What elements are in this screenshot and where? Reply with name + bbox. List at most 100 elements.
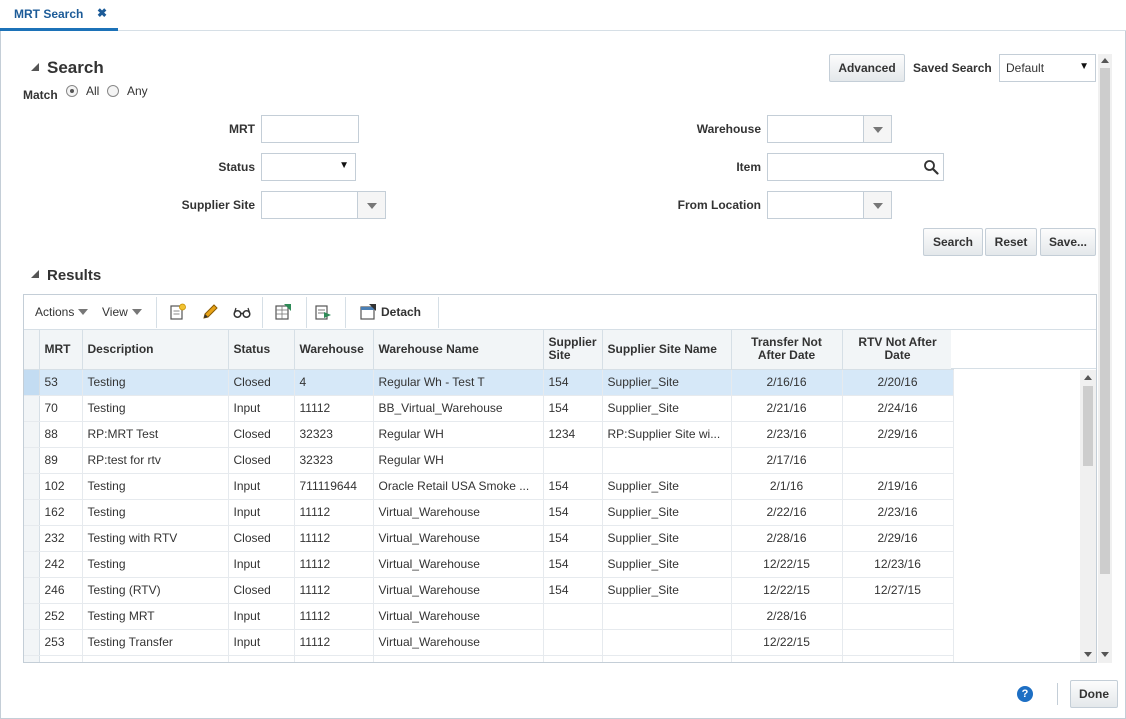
row-header[interactable]: [24, 369, 40, 396]
close-tab-icon[interactable]: ✖: [97, 6, 107, 20]
detach-icon[interactable]: [359, 303, 377, 321]
row-header[interactable]: [24, 551, 40, 578]
cell-warehouse-name: Regular WH: [373, 421, 544, 448]
column-header-description[interactable]: Description: [82, 330, 229, 370]
column-header-status[interactable]: Status: [228, 330, 295, 370]
collapse-triangle-icon[interactable]: [31, 63, 39, 71]
column-header-supplier-site-name[interactable]: Supplier Site Name: [602, 330, 732, 370]
supplier-site-combobox[interactable]: [261, 191, 386, 219]
table-row[interactable]: 252 Testing MRT Input 11112 Virtual_Warehous…: [24, 603, 954, 630]
cell-mrt[interactable]: 89: [39, 447, 83, 474]
scroll-up-arrow-icon[interactable]: [1084, 375, 1092, 380]
cell-mrt[interactable]: 102: [39, 473, 83, 500]
item-input[interactable]: [767, 153, 944, 181]
chevron-down-icon[interactable]: [863, 116, 891, 142]
actions-menu[interactable]: Actions: [35, 305, 89, 319]
help-icon[interactable]: ?: [1017, 686, 1033, 702]
table-row[interactable]: 242 Testing Input 11112 Virtual_Warehouse 154…: [24, 551, 954, 578]
row-header[interactable]: [24, 629, 40, 656]
table-scroll-thumb[interactable]: [1083, 386, 1093, 466]
chevron-down-icon[interactable]: [863, 192, 891, 218]
search-button-label: Search: [932, 235, 974, 249]
cell-mrt[interactable]: 70: [39, 395, 83, 422]
warehouse-combobox[interactable]: [767, 115, 892, 143]
table-row[interactable]: 88 RP:MRT Test Closed 32323 Regular WH 1234 RP…: [24, 421, 954, 448]
cell-mrt[interactable]: 162: [39, 499, 83, 526]
column-header-supplier-site[interactable]: Supplier Site: [543, 330, 603, 370]
row-header[interactable]: [24, 577, 40, 604]
table-row[interactable]: 89 RP:test for rtv Closed 32323 Regular WH 2/…: [24, 447, 954, 474]
cell-transfer-not-after-date: 2/1/16: [731, 473, 843, 500]
table-row[interactable]: 253 Testing Transfer Input 11112 Virtual_War…: [24, 629, 954, 656]
row-header[interactable]: [24, 395, 40, 422]
detach-button-label[interactable]: Detach: [381, 305, 421, 319]
advanced-button[interactable]: Advanced: [829, 54, 905, 82]
export-list-icon[interactable]: [314, 303, 332, 321]
cell-mrt[interactable]: 254: [39, 655, 83, 662]
results-section-header[interactable]: Results: [31, 267, 101, 284]
scroll-down-arrow-icon[interactable]: [1084, 652, 1092, 657]
table-row[interactable]: 254Bhuli TestingInput11112BB_Virtual_War…: [24, 655, 954, 662]
done-button[interactable]: Done: [1070, 680, 1118, 708]
search-icon[interactable]: [923, 159, 939, 175]
cell-mrt[interactable]: 252: [39, 603, 83, 630]
cell-supplier-site: 154: [543, 551, 603, 578]
table-row[interactable]: 102 Testing Input 711119644 Oracle Retail US…: [24, 473, 954, 500]
scroll-up-arrow-icon[interactable]: [1101, 58, 1109, 63]
row-header[interactable]: [24, 473, 40, 500]
saved-search-select[interactable]: Default ▼: [999, 54, 1096, 82]
cell-mrt[interactable]: 88: [39, 421, 83, 448]
collapse-triangle-icon[interactable]: [31, 270, 39, 278]
chevron-down-icon[interactable]: [357, 192, 385, 218]
cell-mrt[interactable]: 242: [39, 551, 83, 578]
from-location-combobox[interactable]: [767, 191, 892, 219]
row-header[interactable]: [24, 525, 40, 552]
match-any-radio[interactable]: [107, 85, 119, 97]
export-excel-icon[interactable]: [274, 303, 292, 321]
cell-mrt[interactable]: 246: [39, 577, 83, 604]
cell-mrt[interactable]: 53: [39, 369, 83, 396]
mrt-input[interactable]: [261, 115, 359, 143]
cell-warehouse: 11112: [294, 525, 374, 552]
row-header[interactable]: [24, 603, 40, 630]
edit-pencil-icon[interactable]: [201, 303, 219, 321]
tab-mrt-search[interactable]: MRT Search ✖: [0, 0, 118, 31]
view-glasses-icon[interactable]: [233, 303, 251, 321]
cell-mrt[interactable]: 253: [39, 629, 83, 656]
row-header[interactable]: [24, 421, 40, 448]
save-button[interactable]: Save...: [1040, 228, 1096, 256]
column-header-transfer-not-after-date[interactable]: Transfer Not After Date: [731, 330, 843, 370]
search-button[interactable]: Search: [923, 228, 983, 256]
table-row[interactable]: 53 Testing Closed 4 Regular Wh - Test T 154 Su…: [24, 369, 954, 396]
row-header[interactable]: [24, 447, 40, 474]
table-row[interactable]: 70 Testing Input 11112 BB_Virtual_Warehouse 1…: [24, 395, 954, 422]
page-vertical-scrollbar[interactable]: [1098, 54, 1112, 663]
table-row[interactable]: 232 Testing with RTV Closed 11112 Virtual_Wa…: [24, 525, 954, 552]
search-section-header[interactable]: Search: [31, 58, 104, 78]
row-header[interactable]: [24, 655, 40, 662]
cell-rtv-not-after-date: 2/29/16: [842, 421, 954, 448]
dropdown-arrow-icon: ▼: [1079, 61, 1089, 72]
cell-warehouse-name: Virtual_Warehouse: [373, 577, 544, 604]
table-row[interactable]: 246 Testing (RTV) Closed 11112 Virtual_Wareh…: [24, 577, 954, 604]
column-header-rtv-not-after-date[interactable]: RTV Not After Date: [842, 330, 954, 370]
cell-rtv-not-after-date: 3/1/16: [842, 655, 954, 662]
row-header[interactable]: [24, 499, 40, 526]
view-menu[interactable]: View: [102, 305, 142, 319]
cell-mrt[interactable]: 232: [39, 525, 83, 552]
table-vertical-scrollbar[interactable]: [1080, 370, 1096, 662]
column-header-warehouse[interactable]: Warehouse: [294, 330, 374, 370]
toolbar-divider: [156, 297, 157, 328]
match-all-radio[interactable]: [66, 85, 78, 97]
scroll-down-arrow-icon[interactable]: [1101, 652, 1109, 657]
saved-search-label: Saved Search: [913, 61, 992, 75]
cell-warehouse-name: Virtual_Warehouse: [373, 525, 544, 552]
page-scroll-thumb[interactable]: [1100, 68, 1110, 574]
status-select[interactable]: ▼: [261, 153, 356, 181]
create-icon[interactable]: [169, 303, 187, 321]
column-header-warehouse-name[interactable]: Warehouse Name: [373, 330, 544, 370]
reset-button[interactable]: Reset: [985, 228, 1037, 256]
column-header-mrt[interactable]: MRT: [39, 330, 83, 370]
table-row[interactable]: 162 Testing Input 11112 Virtual_Warehouse 154…: [24, 499, 954, 526]
cell-warehouse: 11112: [294, 577, 374, 604]
